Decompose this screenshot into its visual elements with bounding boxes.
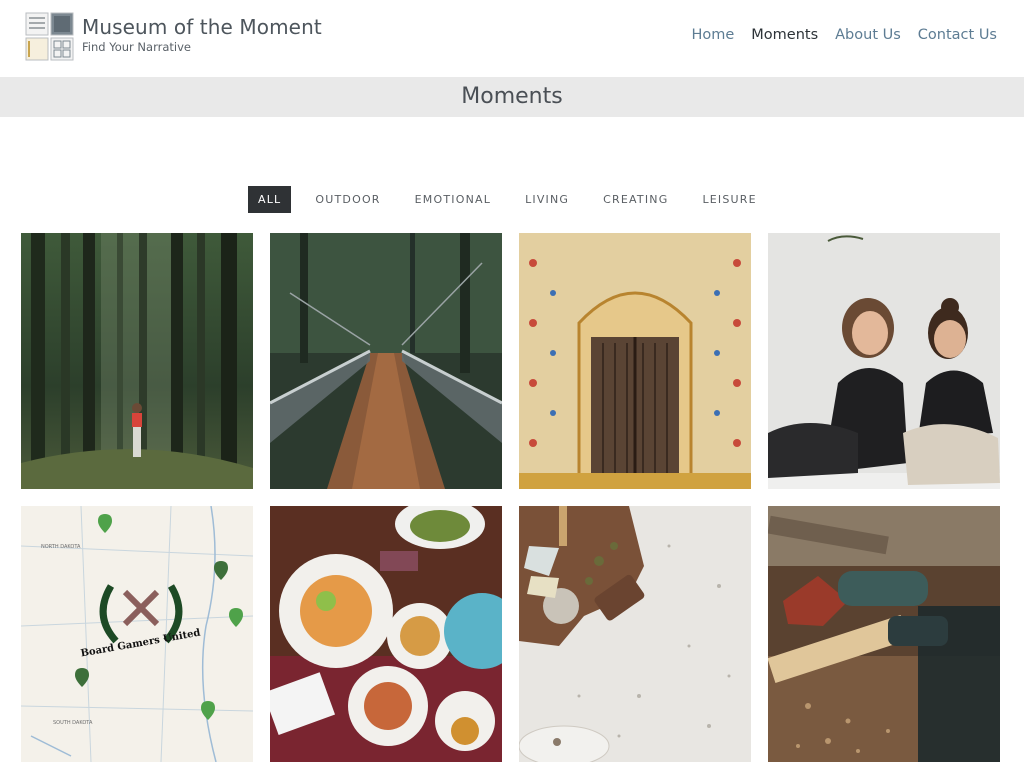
nav-about-link[interactable]: About Us — [835, 27, 901, 43]
laughing-friends-photo — [768, 233, 1000, 489]
woodworking-sander-photo — [768, 506, 1000, 762]
gallery-item-door[interactable] — [519, 233, 751, 489]
filter-all[interactable]: ALL — [248, 186, 292, 213]
filter-outdoor[interactable]: OUTDOOR — [305, 186, 390, 213]
board-gamers-map-photo: NORTH DAKOTA SOUTH DAKOTA Board Gamers U… — [21, 506, 253, 762]
nav-home-link[interactable]: Home — [691, 27, 734, 43]
filter-emotional[interactable]: EMOTIONAL — [405, 186, 501, 213]
filter-living[interactable]: LIVING — [515, 186, 579, 213]
forest-walk-photo — [21, 233, 253, 489]
gallery-item-friends[interactable] — [768, 233, 1000, 489]
ornate-door-photo — [519, 233, 751, 489]
gallery-item-woodwork[interactable] — [768, 506, 1000, 762]
gallery-item-dinner[interactable] — [270, 506, 502, 762]
suspension-bridge-photo — [270, 233, 502, 489]
map-label-south-dakota: SOUTH DAKOTA — [53, 720, 93, 726]
site-header: Museum of the Moment Find Your Narrative… — [0, 0, 1024, 76]
filter-creating[interactable]: CREATING — [593, 186, 678, 213]
dinner-table-photo — [270, 506, 502, 762]
site-title[interactable]: Museum of the Moment — [82, 15, 322, 39]
nav-contact-link[interactable]: Contact Us — [918, 27, 997, 43]
cheese-board-photo — [519, 506, 751, 762]
main-nav: Home Moments About Us Contact Us — [691, 27, 997, 43]
page-title: Moments — [461, 84, 563, 109]
museum-logo-icon[interactable] — [25, 12, 74, 61]
gallery-item-map[interactable]: NORTH DAKOTA SOUTH DAKOTA Board Gamers U… — [21, 506, 253, 762]
nav-moments-link[interactable]: Moments — [751, 27, 818, 43]
gallery-item-bridge[interactable] — [270, 233, 502, 489]
gallery-item-forest[interactable] — [21, 233, 253, 489]
gallery-item-cheese[interactable] — [519, 506, 751, 762]
map-label-north-dakota: NORTH DAKOTA — [41, 544, 81, 550]
site-tagline: Find Your Narrative — [82, 40, 191, 54]
filter-leisure[interactable]: LEISURE — [692, 186, 766, 213]
category-filter-bar: ALL OUTDOOR EMOTIONAL LIVING CREATING LE… — [248, 186, 781, 213]
